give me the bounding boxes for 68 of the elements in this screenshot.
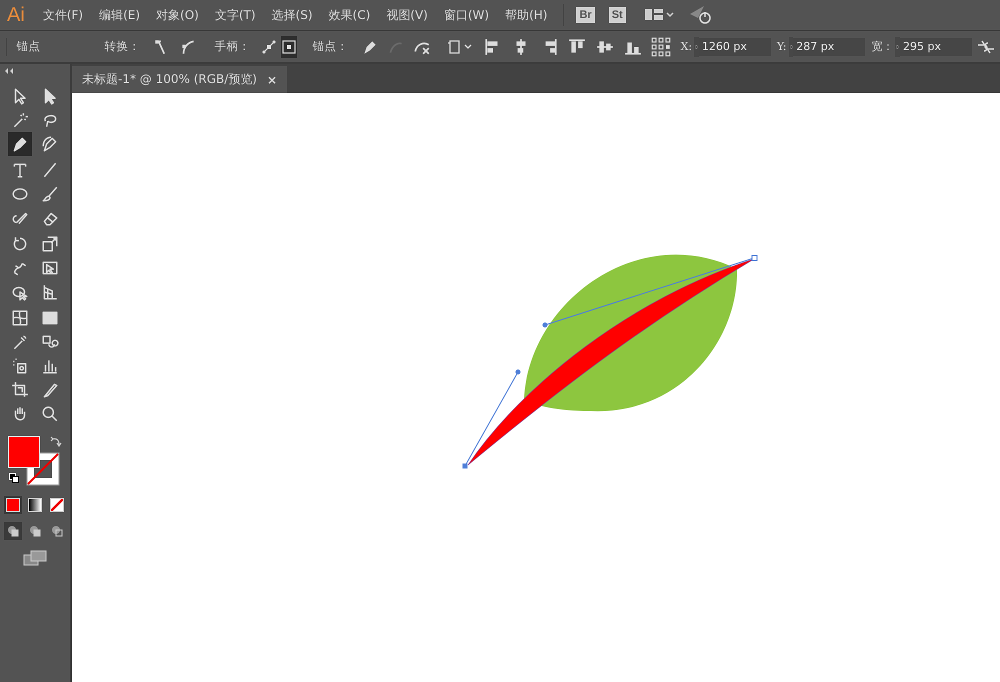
anchor-square-icon	[280, 38, 297, 54]
paintbrush-icon	[41, 185, 59, 203]
handles-label: 手柄：	[214, 39, 251, 54]
blend-icon	[41, 333, 59, 351]
stepper-icon[interactable]	[694, 36, 699, 56]
curvature-pen-icon	[41, 135, 59, 153]
solid-swatch	[6, 498, 20, 512]
rotate-icon	[11, 235, 29, 253]
menu-item[interactable]: 文件(F)	[42, 6, 84, 24]
ellipse-icon	[11, 185, 29, 203]
menu-item[interactable]: 编辑(E)	[99, 6, 140, 24]
default-colors-icon[interactable]	[9, 473, 19, 483]
bridge-button[interactable]: Br	[576, 7, 595, 23]
fill-color-swatch[interactable]	[8, 436, 40, 468]
scale-icon	[41, 235, 59, 253]
bezier-handle[interactable]	[462, 370, 520, 468]
color-mode-button[interactable]	[4, 496, 22, 514]
reference-point-icon[interactable]	[650, 36, 671, 56]
workspace-layout-icon[interactable]	[644, 7, 674, 23]
menu-item[interactable]: 窗口(W)	[444, 6, 490, 24]
menu-item[interactable]: 对象(O)	[156, 6, 199, 24]
eyedropper-icon	[11, 333, 29, 351]
field-label: 宽：	[871, 39, 894, 54]
menu-item[interactable]: 帮助(H)	[505, 6, 548, 24]
selection-type-label: 锚点	[16, 39, 41, 54]
magic-wand-icon	[11, 111, 29, 129]
coordinate-field[interactable]: 287 px	[793, 38, 866, 56]
coordinate-field[interactable]: 1260 px	[698, 38, 771, 56]
field-label: Y:	[776, 40, 786, 53]
stepper-icon[interactable]	[895, 36, 900, 56]
menu-item[interactable]: 视图(V)	[386, 6, 428, 24]
document-title: 未标题-1* @ 100% (RGB/预览)	[82, 71, 257, 88]
gradient-mode-button[interactable]	[26, 496, 44, 514]
type-icon	[11, 161, 29, 179]
pen-icon	[11, 135, 29, 153]
swap-arrows-icon[interactable]	[50, 436, 62, 448]
unlinked-chain-icon[interactable]	[976, 38, 996, 54]
close-tab-button[interactable]: ×	[267, 72, 278, 86]
free-transform-icon	[41, 259, 59, 277]
symbol-sprayer-icon	[11, 357, 29, 375]
stepper-icon[interactable]	[788, 36, 794, 56]
handle-line-icon	[260, 38, 277, 54]
pen-tool[interactable]	[8, 132, 32, 156]
none-swatch	[50, 498, 64, 512]
app-logo[interactable]: Ai	[7, 4, 25, 26]
menu-item[interactable]: 效果(C)	[328, 6, 370, 24]
convert-label: 转换：	[104, 39, 141, 54]
coordinate-field[interactable]: 295 px	[900, 38, 972, 56]
screen-mode-icon[interactable]	[23, 550, 47, 566]
none-mode-button[interactable]	[48, 496, 66, 514]
slice-knife-icon	[41, 381, 59, 399]
draw-normal-button[interactable]	[4, 522, 22, 540]
stock-button[interactable]: St	[608, 7, 626, 23]
anchors-label: 锚点：	[312, 39, 349, 54]
menu-item[interactable]: 选择(S)	[272, 6, 313, 24]
document-tab[interactable]: 未标题-1* @ 100% (RGB/预览) ×	[72, 66, 288, 93]
hide-handles-button[interactable]	[280, 36, 297, 58]
perspective-grid-icon	[41, 283, 59, 301]
zoom-icon	[41, 405, 59, 423]
line-segment-icon	[41, 161, 59, 179]
field-label: X:	[680, 40, 692, 53]
artboard-icon	[11, 381, 29, 399]
align-top-icon[interactable]	[566, 38, 587, 56]
gradient-swatch	[28, 498, 42, 512]
collapse-panel-icon[interactable]	[4, 68, 14, 74]
bezier-handle[interactable]	[542, 255, 758, 328]
menu-item[interactable]: 文字(T)	[214, 6, 256, 24]
mesh-icon	[11, 309, 29, 327]
